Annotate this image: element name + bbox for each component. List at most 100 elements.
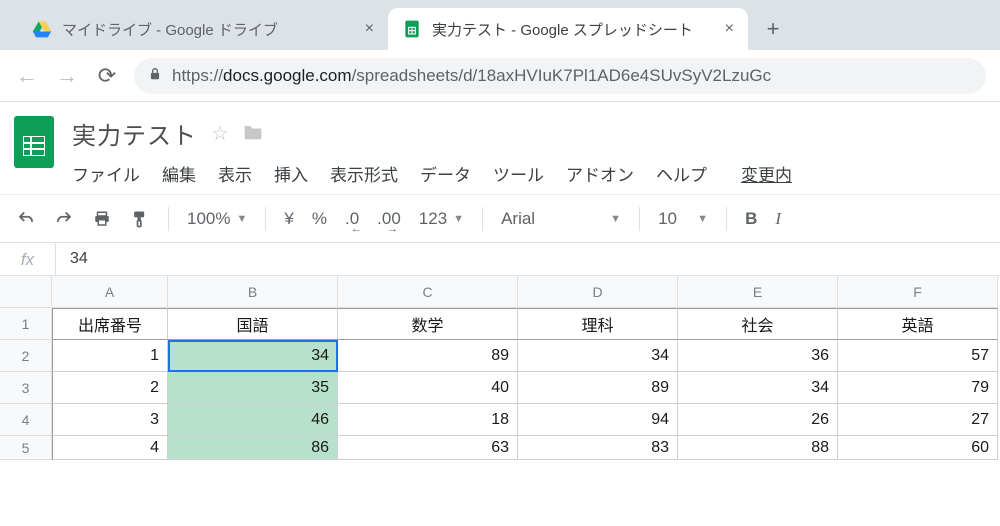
cell[interactable]: 89 (338, 340, 518, 372)
menu-tools[interactable]: ツール (493, 161, 544, 186)
cell[interactable]: 理科 (518, 308, 678, 340)
sheets-icon (402, 19, 422, 39)
cell[interactable]: 83 (518, 436, 678, 460)
new-tab-button[interactable]: + (756, 12, 790, 46)
formula-bar: fx 34 (0, 242, 1000, 276)
cell[interactable]: 18 (338, 404, 518, 436)
menu-help[interactable]: ヘルプ (656, 161, 707, 186)
col-header-C[interactable]: C (338, 276, 518, 308)
doc-header: 実力テスト ☆ ファイル 編集 表示 挿入 表示形式 データ ツール アドオン … (0, 102, 1000, 186)
forward-button[interactable]: → (54, 63, 80, 89)
chevron-down-icon: ▼ (236, 213, 247, 225)
menu-file[interactable]: ファイル (72, 161, 140, 186)
cell[interactable]: 89 (518, 372, 678, 404)
cell[interactable]: 26 (678, 404, 838, 436)
row-header[interactable]: 4 (0, 404, 52, 436)
col-header-A[interactable]: A (52, 276, 168, 308)
undo-button[interactable] (16, 210, 36, 228)
cell[interactable]: 57 (838, 340, 998, 372)
col-header-F[interactable]: F (838, 276, 998, 308)
cell[interactable]: 4 (52, 436, 168, 460)
cell[interactable]: 社会 (678, 308, 838, 340)
browser-tab-strip: マイドライブ - Google ドライブ × 実力テスト - Google スプ… (0, 0, 1000, 50)
row-header[interactable]: 3 (0, 372, 52, 404)
font-dropdown[interactable]: Arial▼ (501, 209, 621, 229)
lock-icon (148, 67, 162, 85)
separator (482, 207, 483, 231)
cell[interactable]: 46 (168, 404, 338, 436)
cell[interactable]: 27 (838, 404, 998, 436)
redo-button[interactable] (54, 210, 74, 228)
tab-title: マイドライブ - Google ドライブ (62, 19, 355, 40)
drive-icon (32, 19, 52, 39)
cell[interactable]: 79 (838, 372, 998, 404)
cell[interactable]: 数学 (338, 308, 518, 340)
menu-bar: ファイル 編集 表示 挿入 表示形式 データ ツール アドオン ヘルプ 変更内 (72, 161, 792, 186)
browser-address-bar: ← → ⟳ https://docs.google.com/spreadshee… (0, 50, 1000, 102)
cell[interactable]: 40 (338, 372, 518, 404)
currency-button[interactable]: ¥ (284, 209, 293, 229)
cell[interactable]: 86 (168, 436, 338, 460)
paint-format-button[interactable] (130, 209, 150, 229)
increase-decimal-button[interactable]: .00→ (377, 209, 401, 229)
number-format-dropdown[interactable]: 123▼ (419, 209, 464, 229)
browser-tab-sheets[interactable]: 実力テスト - Google スプレッドシート × (388, 8, 748, 50)
formula-input[interactable]: 34 (56, 250, 88, 268)
spreadsheet-grid[interactable]: A B C D E F 1 出席番号 国語 数学 理科 社会 英語 2 1 34… (0, 276, 1000, 460)
cell[interactable]: 34 (678, 372, 838, 404)
cell[interactable]: 36 (678, 340, 838, 372)
folder-icon[interactable] (243, 122, 263, 146)
cell[interactable]: 3 (52, 404, 168, 436)
close-icon[interactable]: × (365, 20, 374, 38)
row-header[interactable]: 1 (0, 308, 52, 340)
print-button[interactable] (92, 210, 112, 228)
cell[interactable]: 34 (518, 340, 678, 372)
browser-tab-drive[interactable]: マイドライブ - Google ドライブ × (18, 8, 388, 50)
bold-button[interactable]: B (745, 209, 757, 229)
col-header-B[interactable]: B (168, 276, 338, 308)
cell[interactable]: 88 (678, 436, 838, 460)
cell[interactable]: 2 (52, 372, 168, 404)
percent-button[interactable]: % (312, 209, 327, 229)
fx-label: fx (0, 243, 56, 275)
menu-insert[interactable]: 挿入 (274, 161, 308, 186)
cell-active[interactable]: 34 (168, 340, 338, 372)
font-size-dropdown[interactable]: 10▼ (658, 209, 708, 229)
zoom-dropdown[interactable]: 100%▼ (187, 209, 247, 229)
chevron-down-icon: ▼ (453, 213, 464, 225)
menu-view[interactable]: 表示 (218, 161, 252, 186)
doc-title[interactable]: 実力テスト (72, 116, 197, 151)
cell[interactable]: 出席番号 (52, 308, 168, 340)
cell[interactable]: 60 (838, 436, 998, 460)
italic-button[interactable]: I (775, 209, 781, 229)
separator (265, 207, 266, 231)
decrease-decimal-button[interactable]: .0← (345, 209, 359, 229)
cell[interactable]: 国語 (168, 308, 338, 340)
menu-changes[interactable]: 変更内 (741, 161, 792, 186)
reload-button[interactable]: ⟳ (94, 63, 120, 89)
back-button[interactable]: ← (14, 63, 40, 89)
separator (168, 207, 169, 231)
cell[interactable]: 1 (52, 340, 168, 372)
cell[interactable]: 英語 (838, 308, 998, 340)
tab-title: 実力テスト - Google スプレッドシート (432, 19, 715, 40)
separator (639, 207, 640, 231)
cell[interactable]: 63 (338, 436, 518, 460)
col-header-E[interactable]: E (678, 276, 838, 308)
col-header-D[interactable]: D (518, 276, 678, 308)
cell[interactable]: 35 (168, 372, 338, 404)
row-header[interactable]: 5 (0, 436, 52, 460)
url-field[interactable]: https://docs.google.com/spreadsheets/d/1… (134, 58, 986, 94)
url-text: https://docs.google.com/spreadsheets/d/1… (172, 66, 771, 86)
select-all-corner[interactable] (0, 276, 52, 308)
cell[interactable]: 94 (518, 404, 678, 436)
chevron-down-icon: ▼ (610, 213, 621, 225)
row-header[interactable]: 2 (0, 340, 52, 372)
menu-format[interactable]: 表示形式 (330, 161, 398, 186)
star-icon[interactable]: ☆ (211, 121, 229, 146)
sheets-app-icon[interactable] (14, 116, 58, 172)
menu-addons[interactable]: アドオン (566, 161, 634, 186)
menu-edit[interactable]: 編集 (162, 161, 196, 186)
menu-data[interactable]: データ (420, 161, 471, 186)
close-icon[interactable]: × (725, 20, 734, 38)
